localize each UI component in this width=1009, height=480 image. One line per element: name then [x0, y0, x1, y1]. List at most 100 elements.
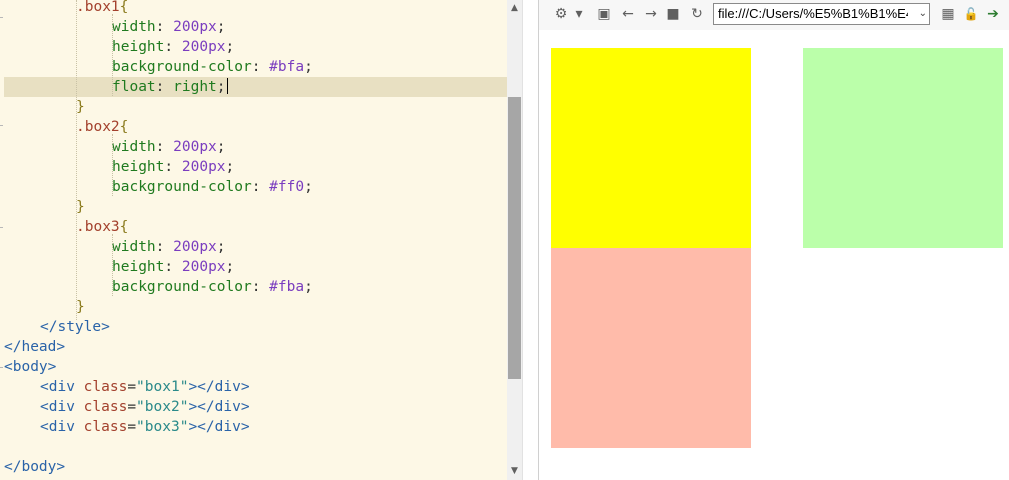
- code-token: {: [119, 219, 129, 235]
- code-token: background-color: [112, 59, 252, 75]
- code-token: background-color: [112, 279, 252, 295]
- code-token: px: [208, 39, 226, 55]
- code-token: 200: [173, 19, 200, 35]
- code-line[interactable]: <div class="box2"></div>: [4, 397, 507, 417]
- code-token: .box2: [76, 119, 120, 135]
- code-token: px: [199, 19, 217, 35]
- code-token: #fba: [269, 279, 305, 295]
- code-token: {: [119, 0, 129, 15]
- code-token: =: [127, 419, 137, 435]
- code-token: ;: [304, 279, 313, 295]
- code-token: px: [208, 259, 226, 275]
- code-line[interactable]: <div class="box1"></div>: [4, 377, 507, 397]
- code-token: :: [164, 39, 182, 55]
- lock-icon[interactable]: 🔓: [963, 6, 979, 22]
- code-line[interactable]: </head>: [4, 337, 507, 357]
- code-token: :: [155, 19, 174, 35]
- code-line[interactable]: .box1{: [4, 0, 507, 17]
- code-token: }: [76, 199, 85, 215]
- code-token: width: [112, 139, 156, 155]
- fold-marker[interactable]: [0, 227, 3, 228]
- code-line[interactable]: .box2{: [4, 117, 507, 137]
- code-line[interactable]: background-color: #fba;: [4, 277, 507, 297]
- refresh-icon[interactable]: ↻: [689, 6, 705, 22]
- code-token: px: [208, 159, 226, 175]
- code-line[interactable]: background-color: #ff0;: [4, 177, 507, 197]
- scroll-down-icon[interactable]: ▼: [507, 463, 522, 480]
- back-arrow-icon[interactable]: ←: [620, 6, 636, 22]
- code-token: :: [164, 259, 182, 275]
- code-line[interactable]: </body>: [4, 457, 507, 477]
- code-token: <div: [40, 419, 84, 435]
- code-token: 200: [181, 39, 209, 55]
- forward-arrow-icon[interactable]: →: [643, 6, 659, 22]
- url-text: file:///C:/Users/%E5%B1%B1%E4%: [718, 6, 908, 21]
- dropdown-arrow-icon[interactable]: ▾: [574, 6, 584, 22]
- code-token: .box1: [76, 0, 120, 15]
- qr-code-icon[interactable]: ▦: [940, 6, 956, 22]
- code-token: px: [199, 139, 217, 155]
- code-token: right: [173, 79, 217, 95]
- code-line[interactable]: }: [4, 297, 507, 317]
- code-token: :: [251, 279, 270, 295]
- code-token: }: [76, 299, 85, 315]
- code-token: ;: [216, 19, 226, 35]
- code-line[interactable]: </style>: [4, 317, 507, 337]
- code-token: "box2": [136, 399, 189, 415]
- code-token: :: [155, 239, 174, 255]
- code-line[interactable]: <div class="box3"></div>: [4, 417, 507, 437]
- box1-green: [803, 48, 1003, 248]
- code-token: <div: [40, 379, 84, 395]
- code-line[interactable]: height: 200px;: [4, 257, 507, 277]
- console-icon[interactable]: ▣: [596, 6, 612, 22]
- code-line[interactable]: width: 200px;: [4, 237, 507, 257]
- code-token: ;: [216, 239, 226, 255]
- indent-guide: [76, 0, 77, 320]
- code-token: :: [155, 79, 174, 95]
- editor-vertical-scrollbar[interactable]: ▲ ▼: [507, 0, 522, 480]
- scroll-up-icon[interactable]: ▲: [507, 0, 522, 17]
- code-editor[interactable]: .box1{width: 200px; height: 200px; backgro…: [0, 0, 507, 480]
- code-line[interactable]: }: [4, 197, 507, 217]
- code-token: <body>: [4, 359, 57, 375]
- code-token: :: [164, 159, 182, 175]
- stop-icon[interactable]: ■: [666, 6, 680, 22]
- box3-salmon: [551, 248, 751, 448]
- code-token: height: [112, 39, 165, 55]
- pane-splitter[interactable]: [522, 0, 539, 480]
- browser-toolbar: ⚙ ▾ ▣ ← → ■ ↻ file:///C:/Users/%E5%B1%B1%E4% ⌄…: [539, 0, 1009, 30]
- code-line[interactable]: height: 200px;: [4, 37, 507, 57]
- url-dropdown-icon[interactable]: ⌄: [919, 4, 927, 24]
- code-token: .box3: [76, 219, 120, 235]
- fold-marker[interactable]: [0, 367, 3, 368]
- code-line[interactable]: .box3{: [4, 217, 507, 237]
- code-token: width: [112, 19, 156, 35]
- code-token: ;: [216, 139, 226, 155]
- code-token: 200: [181, 259, 209, 275]
- gear-icon[interactable]: ⚙: [552, 6, 570, 22]
- code-line-active[interactable]: float: right;: [4, 77, 507, 97]
- code-line[interactable]: width: 200px;: [4, 17, 507, 37]
- code-token: px: [199, 239, 217, 255]
- fold-marker[interactable]: [0, 125, 3, 126]
- url-input[interactable]: file:///C:/Users/%E5%B1%B1%E4% ⌄: [713, 3, 930, 25]
- code-token: class: [83, 379, 128, 395]
- go-arrow-icon[interactable]: ➔: [985, 6, 1001, 22]
- code-line[interactable]: }: [4, 97, 507, 117]
- code-token: :: [251, 59, 270, 75]
- code-line[interactable]: [4, 437, 507, 457]
- code-token: </head>: [4, 339, 66, 355]
- code-token: ;: [225, 259, 235, 275]
- code-token: width: [112, 239, 156, 255]
- code-line[interactable]: width: 200px;: [4, 137, 507, 157]
- code-token: "box3": [136, 419, 189, 435]
- fold-marker[interactable]: [0, 17, 3, 18]
- indent-guide: [112, 234, 113, 296]
- scrollbar-thumb[interactable]: [508, 97, 521, 379]
- code-line[interactable]: background-color: #bfa;: [4, 57, 507, 77]
- code-token: float: [112, 79, 156, 95]
- code-token: #ff0: [269, 179, 305, 195]
- code-line[interactable]: height: 200px;: [4, 157, 507, 177]
- code-line[interactable]: <body>: [4, 357, 507, 377]
- code-token: 200: [173, 139, 200, 155]
